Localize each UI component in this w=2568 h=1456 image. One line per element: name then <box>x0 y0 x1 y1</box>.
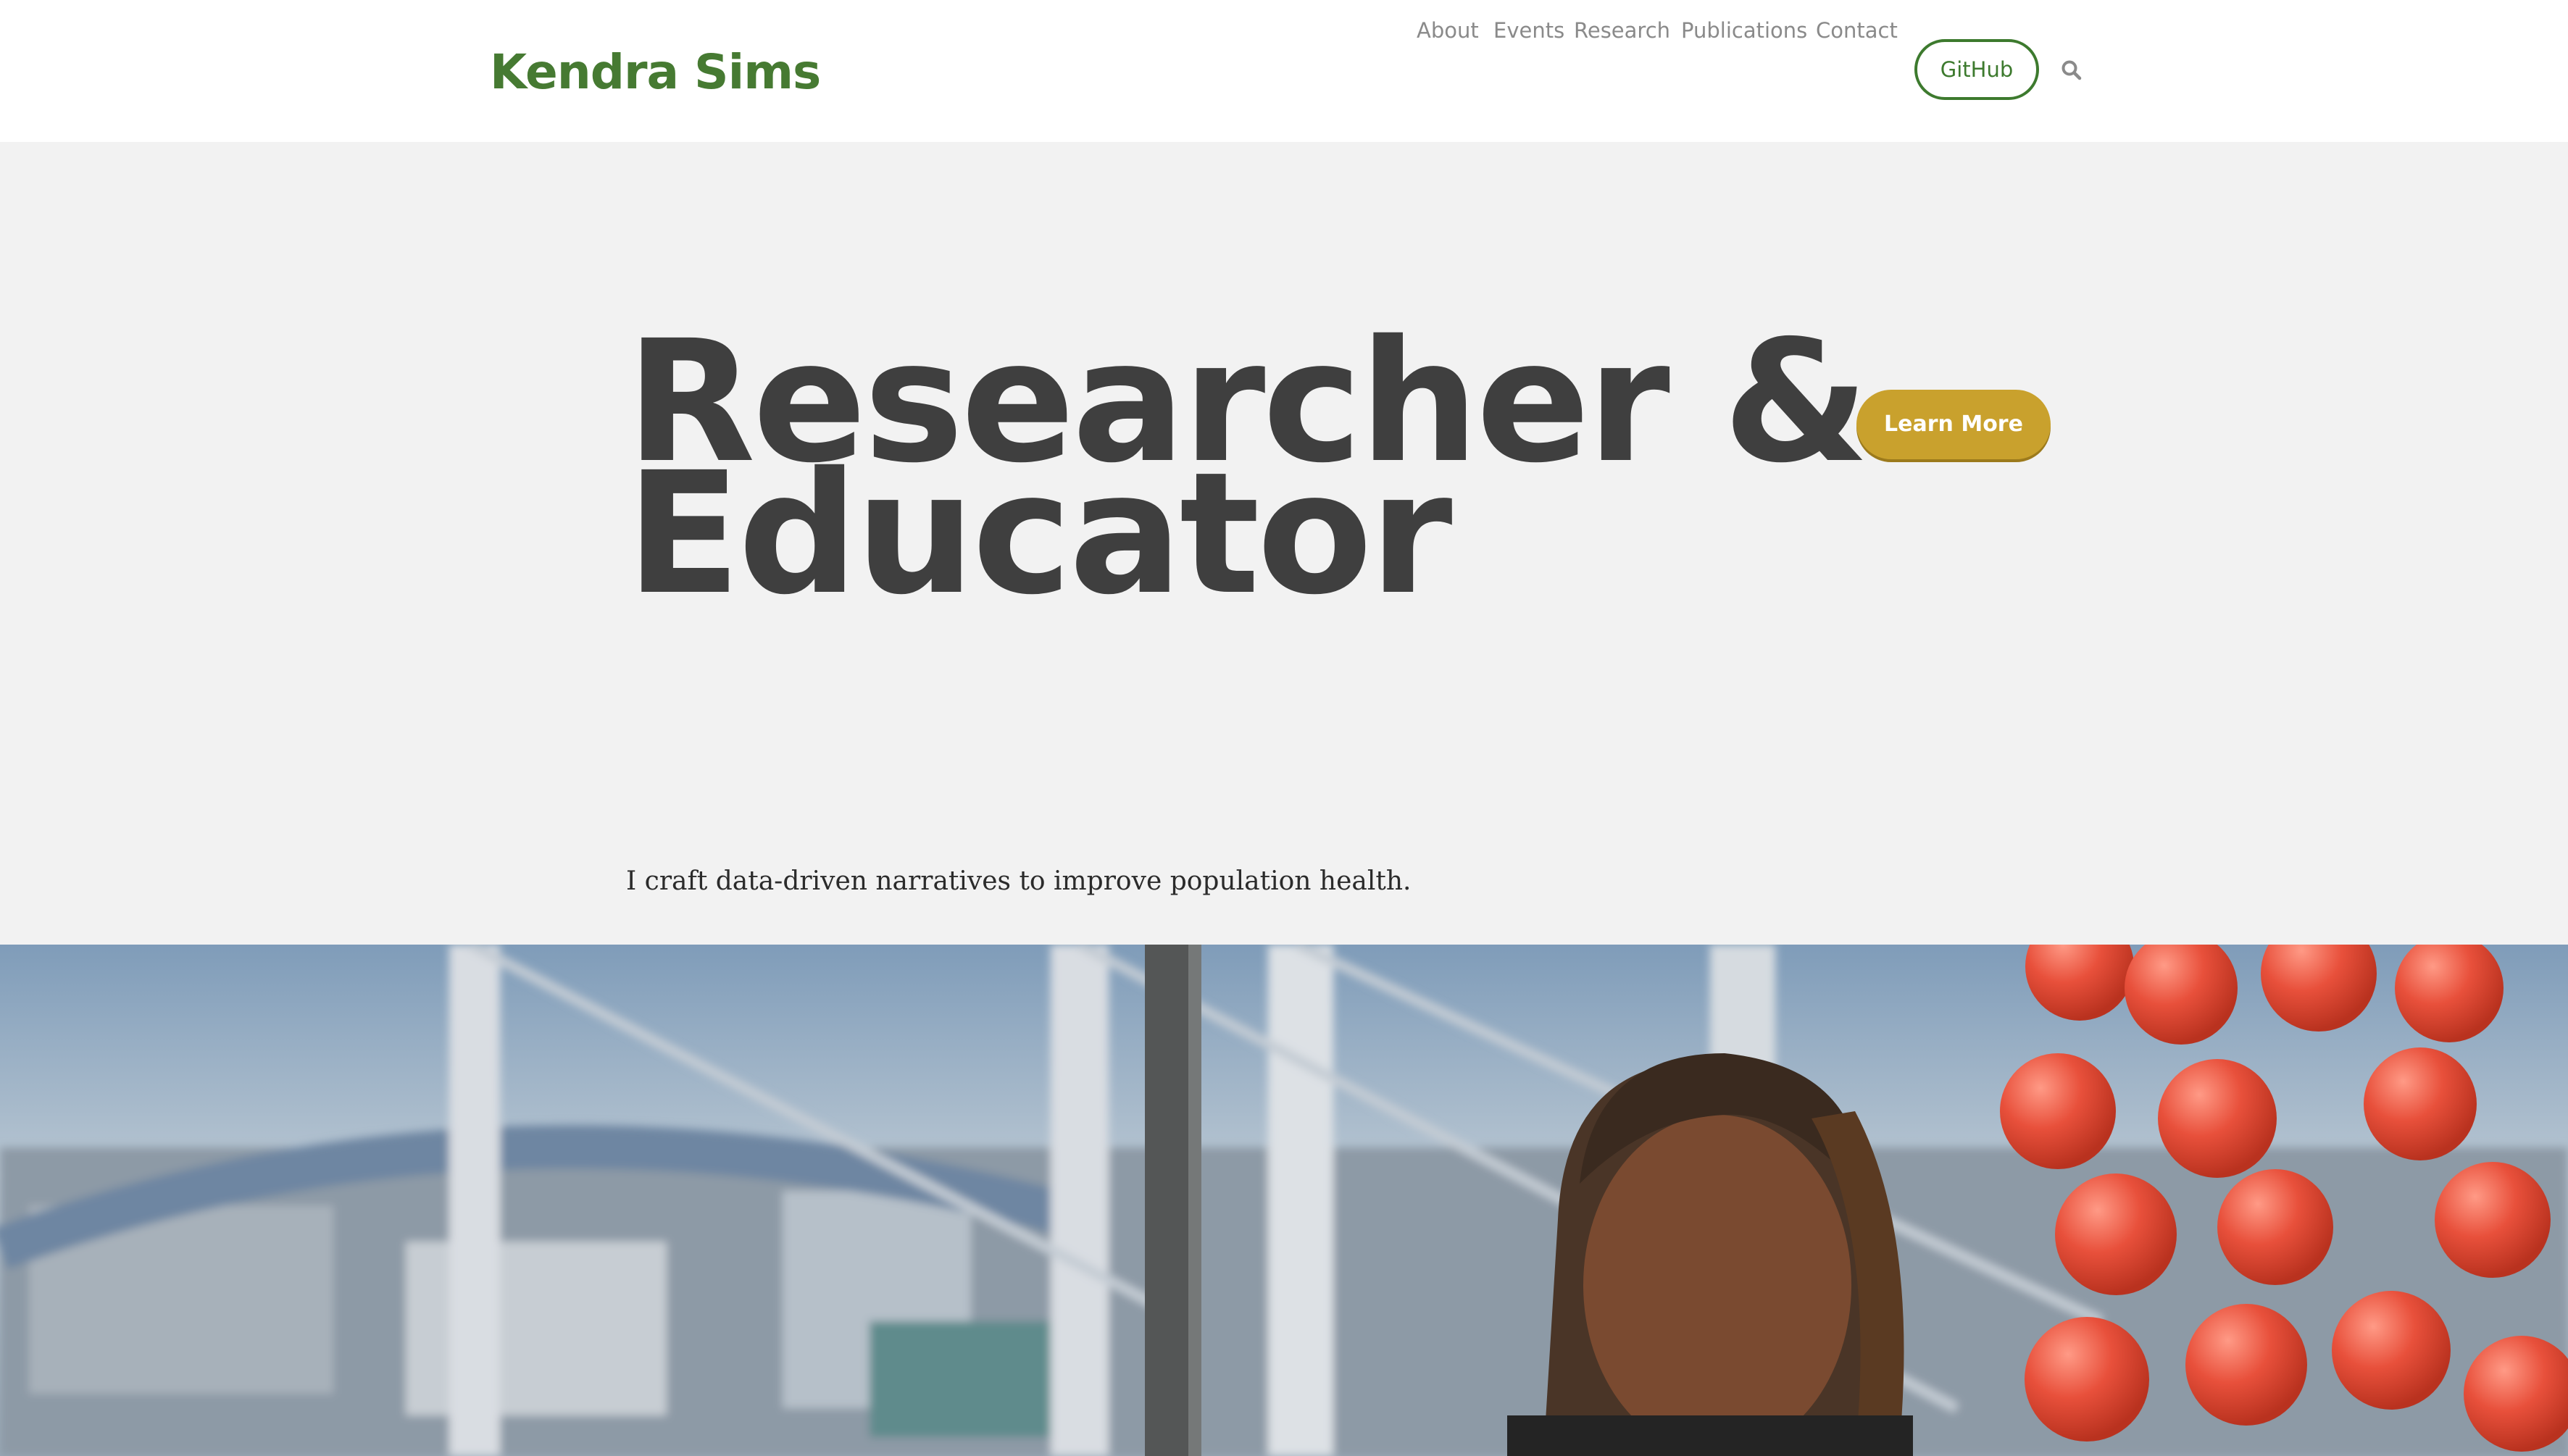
hero-headline: Researcher & Educator <box>626 318 1869 618</box>
nav-research[interactable]: Research <box>1574 0 1670 61</box>
hero-photo <box>0 945 2568 1456</box>
hero-section: Researcher & Educator Learn More I craft… <box>0 142 2568 945</box>
nav-about[interactable]: About <box>1417 0 1479 61</box>
nav-contact[interactable]: Contact <box>1816 0 1898 61</box>
github-button[interactable]: GitHub <box>1914 39 2039 100</box>
hero-tagline: I craft data-driven narratives to improv… <box>626 866 1412 896</box>
site-header: Kendra Sims About Events Research Public… <box>0 0 2568 142</box>
nav-events[interactable]: Events <box>1493 0 1564 61</box>
learn-more-button[interactable]: Learn More <box>1856 390 2051 459</box>
search-icon[interactable] <box>2061 59 2083 81</box>
site-logo[interactable]: Kendra Sims <box>490 38 821 107</box>
nav-publications[interactable]: Publications <box>1681 0 1807 61</box>
